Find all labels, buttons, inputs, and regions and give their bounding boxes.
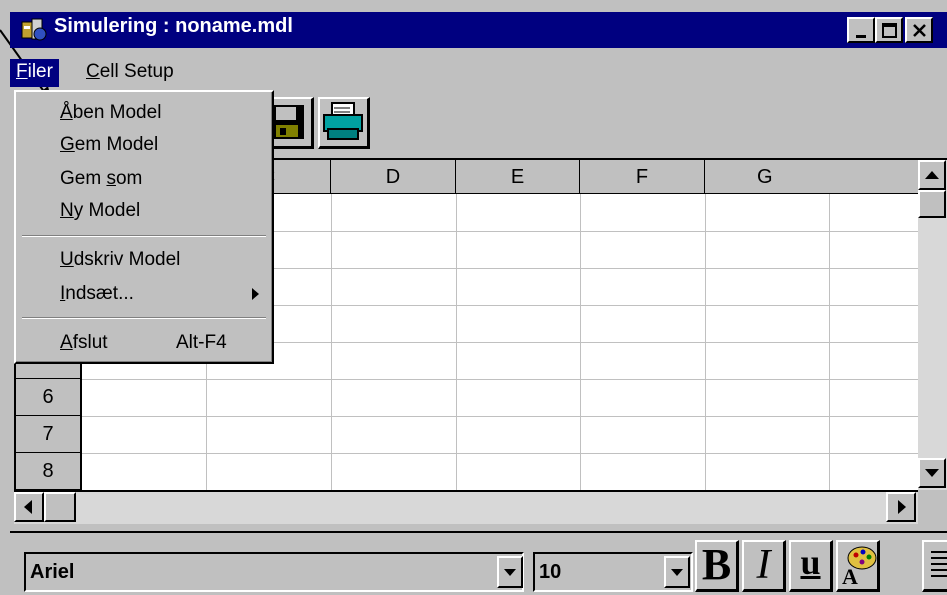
menu-item-mnemonic: s bbox=[106, 168, 116, 189]
chevron-down-icon bbox=[671, 569, 683, 576]
scroll-down-button[interactable] bbox=[918, 458, 946, 488]
arrow-down-icon bbox=[925, 469, 939, 477]
menu-item-aaben-model[interactable]: Åben Model bbox=[60, 98, 161, 128]
align-button[interactable] bbox=[922, 540, 947, 592]
grid-line bbox=[82, 453, 918, 454]
menu-item-mnemonic: Å bbox=[60, 102, 73, 123]
menu-separator bbox=[22, 317, 266, 319]
scroll-right-button[interactable] bbox=[886, 492, 916, 522]
font-name-field[interactable]: Ariel bbox=[24, 552, 524, 592]
scroll-left-button[interactable] bbox=[14, 492, 44, 522]
minimize-icon bbox=[856, 35, 866, 38]
bold-button[interactable]: B bbox=[695, 540, 739, 592]
column-header-f[interactable]: F bbox=[580, 160, 705, 194]
column-header-g-label: G bbox=[757, 166, 773, 188]
print-button[interactable] bbox=[318, 97, 370, 149]
arrow-right-icon bbox=[898, 500, 906, 514]
menu-item-mnemonic: U bbox=[60, 249, 74, 270]
grid-line bbox=[82, 416, 918, 417]
app-window: Simulering : noname.mdl Filer Cell Setup bbox=[0, 0, 947, 595]
menu-item-text: ndsæt... bbox=[65, 283, 134, 304]
menu-bar: Filer Cell Setup bbox=[10, 59, 947, 87]
close-button[interactable] bbox=[905, 17, 933, 43]
submenu-arrow-icon bbox=[252, 288, 259, 300]
horizontal-scroll-thumb[interactable] bbox=[44, 492, 76, 522]
row-header-8[interactable]: 8 bbox=[16, 453, 82, 490]
menu-item-indsaet[interactable]: Indsæt... bbox=[60, 279, 270, 309]
menu-filer[interactable]: Filer bbox=[10, 59, 59, 87]
print-icon bbox=[323, 102, 363, 140]
menu-item-text: fslut bbox=[72, 332, 108, 353]
close-icon bbox=[913, 24, 926, 37]
row-header-6[interactable]: 6 bbox=[16, 379, 82, 416]
column-header-e[interactable]: E bbox=[456, 160, 580, 194]
horizontal-scrollbar[interactable] bbox=[14, 490, 918, 524]
app-icon bbox=[21, 18, 47, 41]
menu-item-mnemonic: N bbox=[60, 200, 74, 221]
menu-item-udskriv-model[interactable]: Udskriv Model bbox=[60, 245, 180, 275]
font-size-dropdown-button[interactable] bbox=[664, 556, 690, 588]
menu-item-text: y Model bbox=[73, 200, 141, 221]
italic-button[interactable]: I bbox=[742, 540, 786, 592]
minimize-button[interactable] bbox=[847, 17, 875, 43]
menu-cell-setup-label: ell Setup bbox=[99, 61, 174, 82]
scroll-up-button[interactable] bbox=[918, 160, 946, 190]
align-icon bbox=[930, 551, 947, 577]
file-menu: Åben Model Gem Model Gem som Ny Model Ud… bbox=[14, 90, 274, 364]
menu-separator bbox=[22, 235, 266, 237]
menu-item-gem-som[interactable]: Gem som bbox=[60, 164, 142, 194]
menu-item-mnemonic: G bbox=[60, 134, 75, 155]
underline-button[interactable]: u bbox=[789, 540, 833, 592]
bold-icon: B bbox=[701, 540, 732, 589]
menu-cell-setup-mnemonic: C bbox=[86, 61, 100, 82]
row-header-7[interactable]: 7 bbox=[16, 416, 82, 453]
italic-icon: I bbox=[756, 542, 771, 588]
menu-cell-setup[interactable]: Cell Setup bbox=[80, 59, 180, 87]
vertical-scroll-thumb[interactable] bbox=[918, 190, 946, 218]
menu-filer-mnemonic: F bbox=[16, 61, 28, 82]
menu-item-text: ben Model bbox=[72, 102, 162, 123]
menu-item-afslut-shortcut: Alt-F4 bbox=[176, 332, 227, 353]
menu-item-text: om bbox=[115, 168, 143, 189]
arrow-up-icon bbox=[925, 171, 939, 179]
menu-item-mnemonic: A bbox=[60, 332, 73, 353]
menu-item-ny-model[interactable]: Ny Model bbox=[60, 196, 140, 226]
scroll-corner bbox=[918, 490, 947, 524]
font-color-button[interactable]: A bbox=[836, 540, 880, 592]
menu-item-text: Gem bbox=[60, 168, 107, 189]
menu-item-text: em Model bbox=[74, 134, 159, 155]
chevron-down-icon bbox=[504, 569, 516, 576]
menu-item-text: dskriv Model bbox=[73, 249, 181, 270]
maximize-icon bbox=[882, 23, 897, 38]
menu-filer-label: iler bbox=[27, 61, 53, 82]
column-header-d[interactable]: D bbox=[331, 160, 456, 194]
font-color-label: A bbox=[842, 564, 858, 589]
arrow-left-icon bbox=[24, 500, 32, 514]
font-name-dropdown-button[interactable] bbox=[497, 556, 523, 588]
maximize-button[interactable] bbox=[875, 17, 903, 43]
grid-line bbox=[82, 379, 918, 380]
menu-item-gem-model[interactable]: Gem Model bbox=[60, 130, 158, 160]
underline-icon: u bbox=[800, 542, 821, 582]
column-header-g[interactable]: G bbox=[705, 160, 918, 194]
window-title: Simulering : noname.mdl bbox=[54, 15, 293, 37]
menu-item-afslut[interactable]: Afslut bbox=[60, 328, 108, 358]
vertical-scrollbar[interactable] bbox=[918, 158, 947, 490]
